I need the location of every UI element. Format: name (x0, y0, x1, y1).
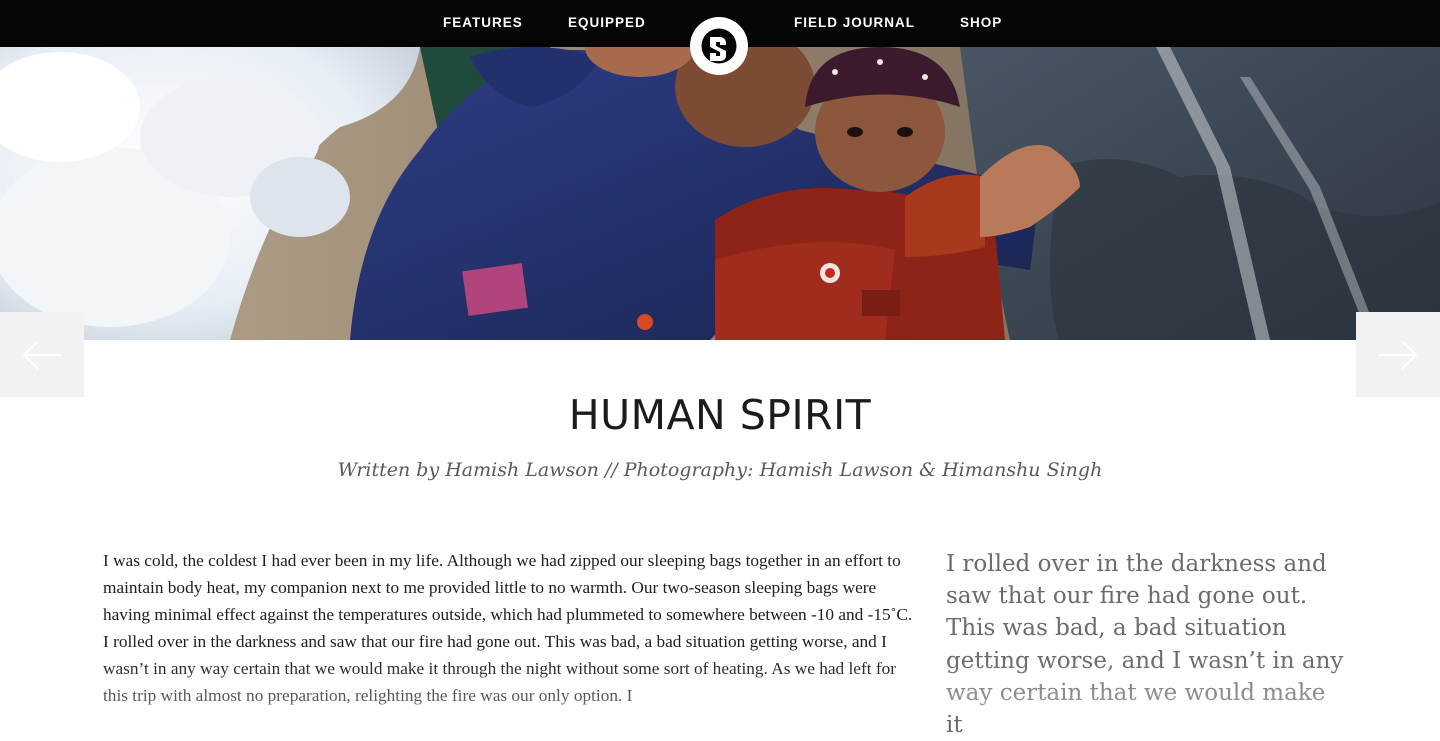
nav-link-shop[interactable]: SHOP (960, 15, 1002, 31)
home-logo-link[interactable] (690, 17, 748, 75)
pull-quote: I rolled over in the darkness and saw th… (946, 551, 1344, 739)
nav-link-equipped[interactable]: EQUIPPED (568, 15, 646, 31)
arrow-right-icon (1374, 335, 1422, 375)
article-title: HUMAN SPIRIT (568, 391, 872, 439)
article-byline: Written by Hamish Lawson // Photography:… (337, 459, 1103, 481)
carousel-prev-button[interactable] (0, 312, 84, 397)
carousel-next-button[interactable] (1356, 312, 1440, 397)
hero-image (0, 47, 1440, 340)
nav-link-field-journal[interactable]: FIELD JOURNAL (794, 15, 915, 31)
s-monogram-logo-icon (700, 27, 738, 65)
arrow-left-icon (18, 335, 66, 375)
nav-link-features[interactable]: FEATURES (443, 15, 523, 31)
article-body: I was cold, the coldest I had ever been … (103, 551, 913, 705)
